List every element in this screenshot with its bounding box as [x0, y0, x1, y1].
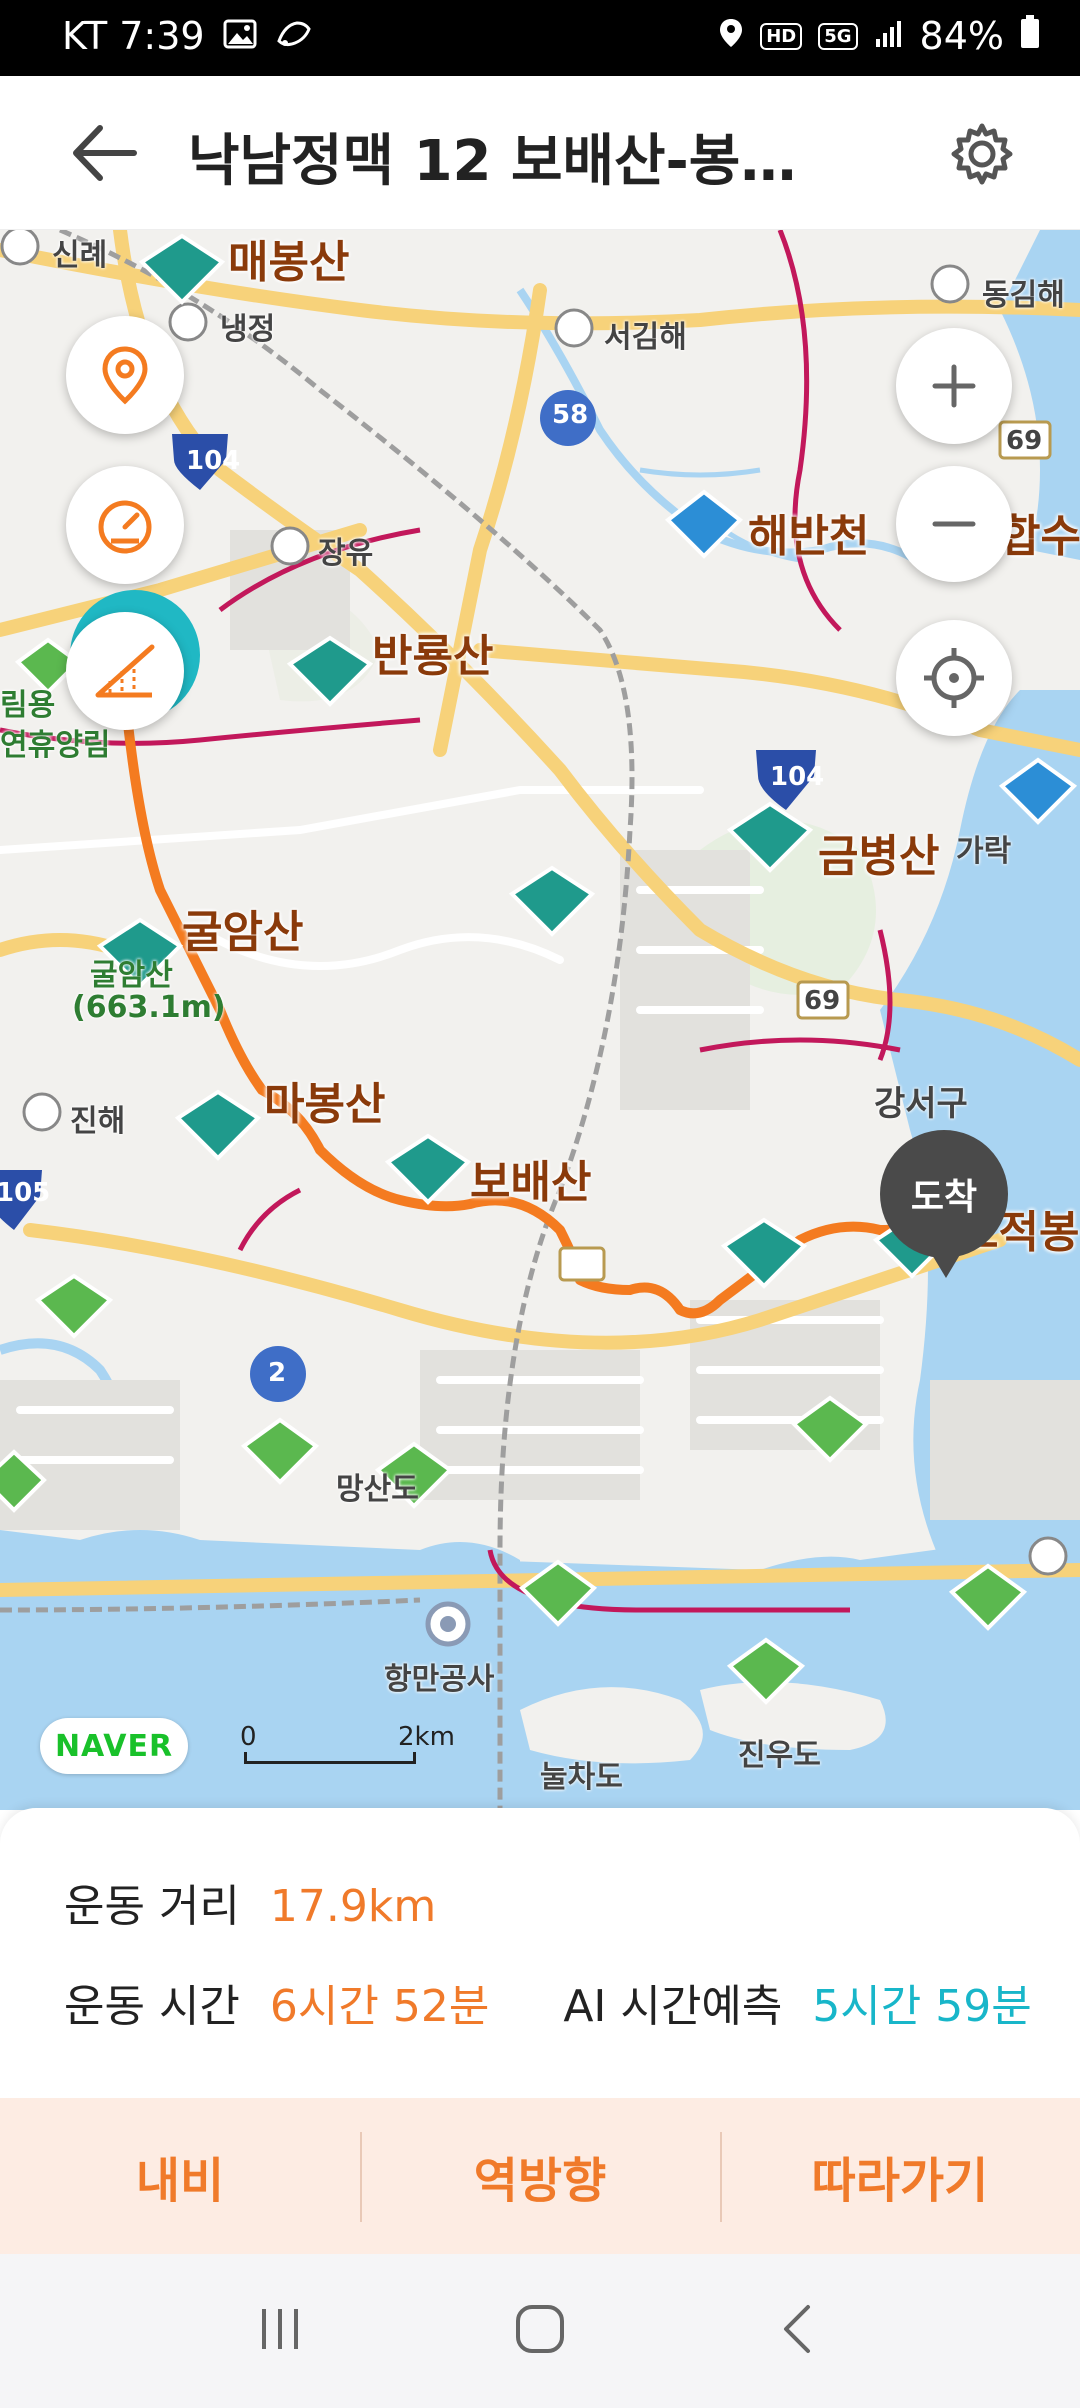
- scale-km: 2km: [398, 1722, 455, 1752]
- arrival-marker[interactable]: 도착: [880, 1130, 1008, 1258]
- back-icon: [784, 2305, 810, 2353]
- label-yeonhyuyangnim: 연휴양림: [0, 728, 111, 763]
- my-location-button[interactable]: [896, 620, 1012, 736]
- route-info-panel: 운동 거리 17.9km 운동 시간 6시간 52분 AI 시간예측 5시간 5…: [0, 1808, 1080, 2098]
- label-road-69: 69: [1006, 426, 1043, 456]
- reverse-button[interactable]: 역방향: [360, 2098, 720, 2254]
- scale-zero: 0: [240, 1722, 257, 1752]
- network-badge: 5G: [818, 22, 858, 50]
- minus-icon: [932, 521, 976, 527]
- label-donggimhae: 동김해: [982, 278, 1065, 313]
- home-button[interactable]: [510, 2299, 570, 2363]
- label-bobaesan: 보배산: [470, 1157, 592, 1208]
- recent-apps-icon: [262, 2309, 298, 2349]
- label-gulamsan-small: 굴암산: [90, 958, 173, 993]
- system-nav-bar: [0, 2254, 1080, 2408]
- elevation-button[interactable]: [66, 612, 184, 730]
- naver-logo: NAVER: [40, 1718, 188, 1774]
- label-road-104-b: 104: [770, 762, 825, 792]
- battery-percent: 84%: [919, 14, 1004, 58]
- label-naengjeong: 냉정: [220, 312, 276, 347]
- label-haebancheon: 해반천: [748, 511, 870, 562]
- app-header: 낙남정맥 12 보배산-봉화...: [0, 76, 1080, 230]
- crosshair-icon: [924, 648, 984, 708]
- label-road-2: 2: [268, 1358, 287, 1388]
- speedometer-icon: [98, 500, 152, 554]
- plus-icon: [932, 364, 976, 408]
- poi-button[interactable]: [66, 316, 184, 434]
- label-jinudo: 진우도: [738, 1738, 821, 1773]
- label-banryongsan: 반룡산: [372, 631, 494, 682]
- page-title: 낙남정맥 12 보배산-봉화...: [188, 129, 838, 194]
- time-label: 운동 시간: [64, 1981, 240, 2032]
- distance-label: 운동 거리: [64, 1881, 240, 1932]
- label-maebongsan: 매봉산: [228, 237, 350, 288]
- label-jinhae: 진해: [70, 1104, 126, 1139]
- recent-apps-button[interactable]: [250, 2299, 310, 2363]
- arrow-left-icon: [73, 125, 137, 181]
- home-icon: [516, 2305, 564, 2353]
- label-gangseogu: 강서구: [874, 1084, 968, 1124]
- zoom-in-button[interactable]: [896, 328, 1012, 444]
- follow-button[interactable]: 따라가기: [720, 2098, 1080, 2254]
- label-hangmangongsa: 항만공사: [384, 1662, 495, 1697]
- activity-shoe-icon: [275, 14, 313, 58]
- label-hapsu: 합수: [1000, 511, 1080, 562]
- app-root: KT 7:39 HD 5G 84% 낙남정맥 12 보배산-봉화... 매봉산 …: [0, 0, 1080, 2408]
- label-garak: 가락: [956, 834, 1012, 869]
- gallery-icon: [223, 14, 257, 58]
- label-road-104: 104: [186, 446, 241, 476]
- label-mangsando: 망산도: [336, 1472, 419, 1507]
- time-value: 6시간 52분: [269, 1981, 490, 2032]
- status-bar: KT 7:39 HD 5G 84%: [0, 0, 1080, 76]
- action-bar: 내비 역방향 따라가기: [0, 2098, 1080, 2254]
- label-jangyu: 장유: [318, 536, 374, 571]
- gear-icon: [951, 123, 1013, 185]
- label-mabongsan: 마봉산: [264, 1079, 386, 1130]
- elevation-slope-icon: [95, 644, 155, 698]
- label-road-58: 58: [552, 400, 589, 430]
- ai-time-label: AI 시간예측: [563, 1981, 783, 2032]
- label-rim-yong: 림용: [0, 688, 56, 723]
- label-gulamsan-height: (663.1m): [72, 990, 226, 1025]
- label-nulchado: 눌차도: [540, 1760, 623, 1795]
- time-row: 운동 시간 6시간 52분 AI 시간예측 5시간 59분: [64, 1970, 1032, 2034]
- map-view[interactable]: 매봉산 신례 냉정 서김해 동김해 장유 해반천 합수 반룡산 림용 연휴양림 …: [0, 230, 1080, 1810]
- map-scale: 0 2km: [240, 1722, 460, 1764]
- hd-badge: HD: [760, 22, 803, 50]
- label-geumbyeongsan: 금병산: [818, 831, 940, 882]
- back-button[interactable]: [70, 122, 140, 184]
- distance-row: 운동 거리 17.9km: [64, 1870, 436, 1934]
- label-road-105: 105: [0, 1178, 51, 1208]
- map-pin-icon: [102, 346, 148, 405]
- label-gulamsan: 굴암산: [182, 907, 304, 958]
- ai-time-value: 5시간 59분: [812, 1981, 1032, 2032]
- zoom-out-button[interactable]: [896, 466, 1012, 582]
- carrier-time: KT 7:39: [62, 14, 205, 58]
- distance-value: 17.9km: [269, 1881, 437, 1932]
- scale-bar: [244, 1752, 416, 1764]
- battery-icon: [1020, 14, 1040, 58]
- label-road-69-b: 69: [804, 986, 841, 1016]
- system-back-button[interactable]: [770, 2299, 830, 2363]
- arrival-marker-tip: [928, 1248, 964, 1278]
- label-shinrye: 신례: [52, 238, 108, 273]
- navi-button[interactable]: 내비: [0, 2098, 360, 2254]
- settings-button[interactable]: [948, 120, 1016, 188]
- signal-icon: [874, 14, 904, 58]
- label-seogimhae: 서김해: [604, 320, 687, 355]
- location-icon: [718, 14, 744, 58]
- speed-button[interactable]: [66, 466, 184, 584]
